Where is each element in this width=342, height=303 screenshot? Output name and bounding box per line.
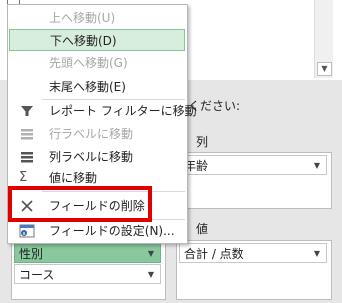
menu-item-move-to-beginning[interactable]: 先頭へ移動(G): [9, 52, 185, 74]
values-dropzone[interactable]: 合計 / 点数 ▼: [176, 240, 332, 300]
chevron-down-icon[interactable]: ▼: [314, 244, 320, 264]
menu-item-move-to-end[interactable]: 末尾へ移動(E): [9, 76, 185, 98]
columns-heading: 列: [196, 135, 209, 149]
rows-field-label: コース: [19, 268, 55, 282]
menu-item-move-up[interactable]: 上へ移動(U): [9, 7, 185, 29]
menu-item-move-to-values[interactable]: Σ 値に移動: [9, 169, 185, 187]
chevron-down-icon[interactable]: ▼: [148, 265, 154, 285]
values-heading: 値: [196, 222, 209, 236]
rows-dropzone[interactable]: 性別 ▼ コース ▼: [11, 240, 166, 300]
scroll-down-icon[interactable]: ▼: [317, 62, 332, 76]
field-list-scrollbar[interactable]: ▼: [314, 0, 333, 78]
columns-dropzone[interactable]: 年齢 ▼: [176, 152, 332, 209]
chevron-down-icon[interactable]: ▼: [148, 244, 154, 264]
rows-field-label: 性別: [19, 247, 44, 261]
info-icon: [19, 223, 35, 239]
menu-item-move-to-column-labels[interactable]: 列ラベルに移動: [9, 146, 185, 168]
rows-icon: [19, 126, 35, 142]
highlight-annotation-box: [8, 186, 152, 222]
values-field-item[interactable]: 合計 / 点数 ▼: [179, 243, 327, 263]
sigma-icon: Σ: [19, 170, 28, 185]
chevron-down-icon[interactable]: ▼: [314, 156, 320, 176]
menu-item-move-to-report-filter[interactable]: レポート フィルターに移動: [9, 100, 197, 122]
filter-icon: [19, 103, 35, 119]
rows-field-item[interactable]: 性別 ▼: [14, 243, 161, 263]
values-field-label: 合計 / 点数: [184, 247, 244, 261]
rows-field-item[interactable]: コース ▼: [14, 264, 161, 284]
menu-item-field-settings[interactable]: フィールドの設定(N)...: [9, 220, 185, 242]
menu-item-move-down[interactable]: 下へ移動(D): [9, 29, 185, 51]
columns-field-item[interactable]: 年齢 ▼: [179, 155, 327, 175]
menu-item-move-to-row-labels[interactable]: 行ラベルに移動: [9, 123, 185, 145]
columns-icon: [19, 149, 35, 165]
